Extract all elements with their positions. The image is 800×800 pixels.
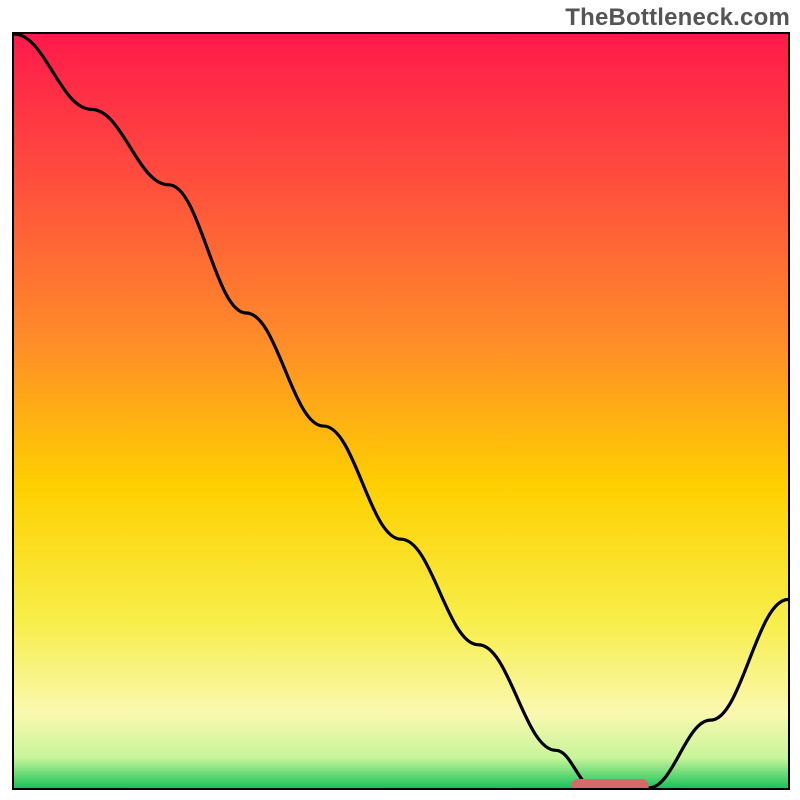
chart-svg	[14, 34, 788, 788]
plot-border	[12, 32, 790, 790]
plot-area	[14, 34, 788, 788]
chart-frame: TheBottleneck.com	[0, 0, 800, 800]
optimal-range-marker	[571, 779, 648, 788]
watermark-text: TheBottleneck.com	[565, 4, 790, 32]
